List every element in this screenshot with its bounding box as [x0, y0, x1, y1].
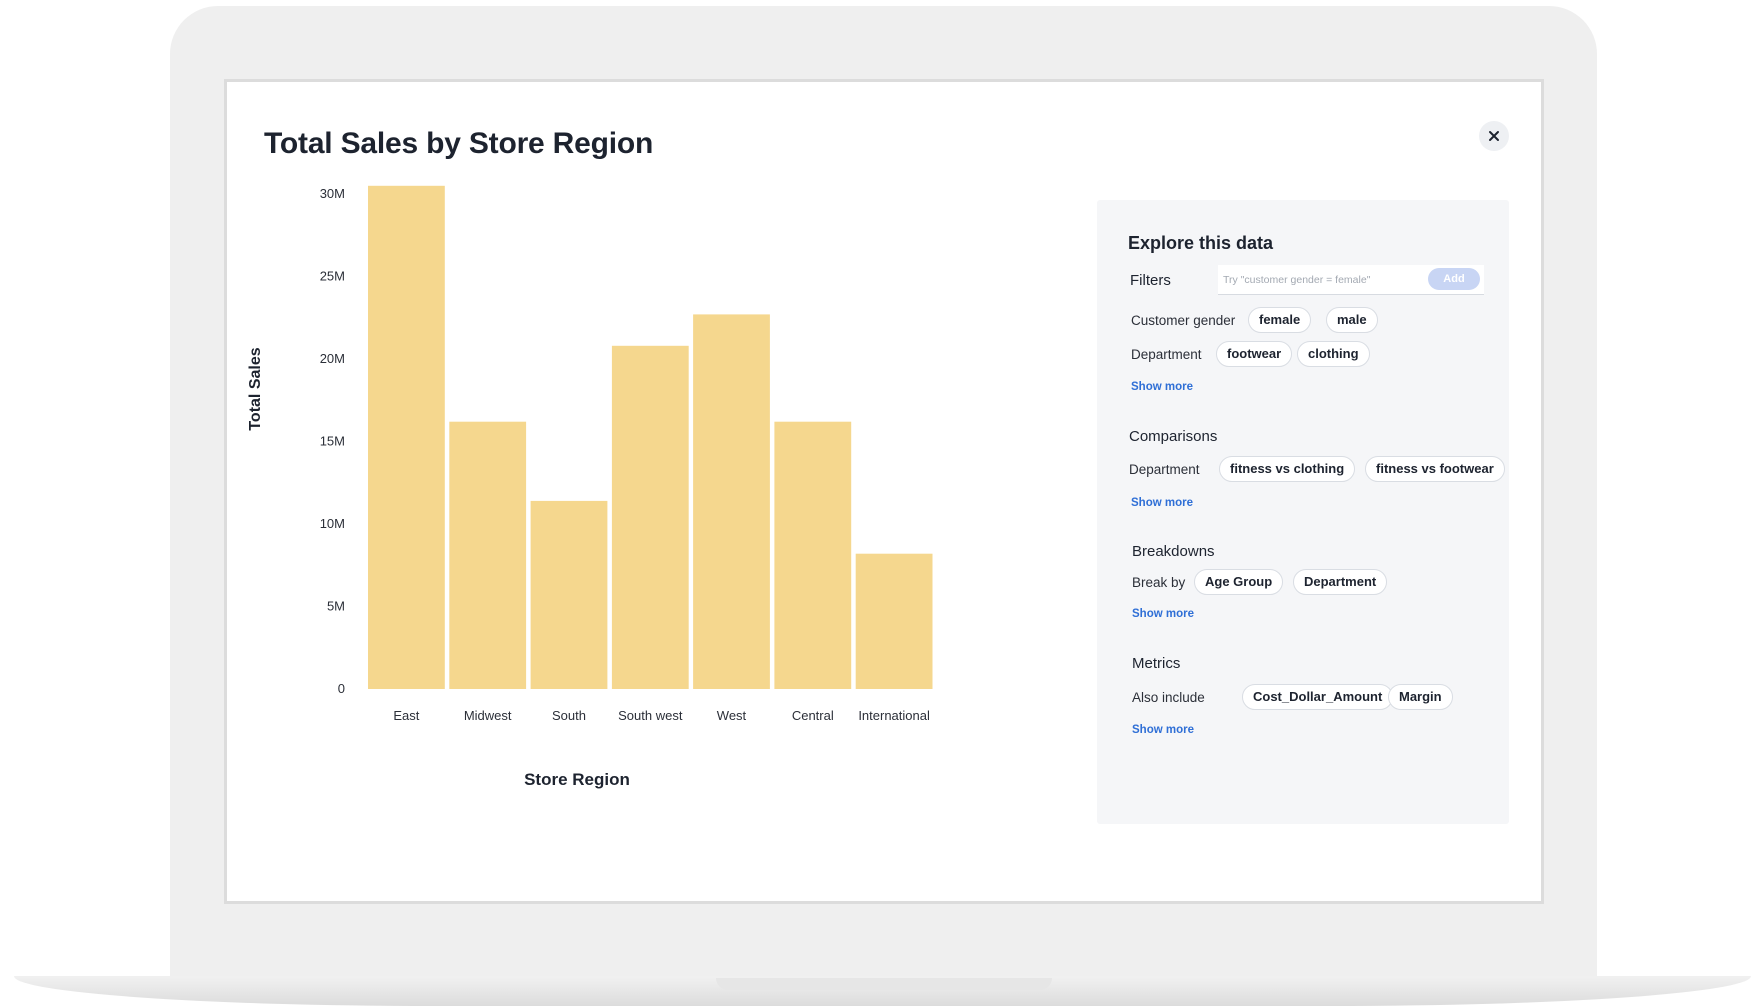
bar-central[interactable]: [774, 421, 852, 689]
chip-clothing[interactable]: clothing: [1297, 341, 1370, 367]
laptop-notch: [716, 978, 1052, 990]
close-icon: [1489, 131, 1499, 141]
add-filter-button[interactable]: Add: [1428, 268, 1480, 290]
x-tick-label: Central: [792, 708, 834, 723]
bar-south[interactable]: [530, 500, 608, 689]
breakdowns-row-label: Break by: [1132, 575, 1186, 590]
y-tick-label: 25M: [320, 269, 345, 284]
x-tick-label: East: [393, 708, 419, 723]
x-tick-label: International: [858, 708, 930, 723]
breakdowns-show-more-link[interactable]: Show more: [1132, 608, 1194, 620]
y-tick-label: 30M: [320, 186, 345, 201]
explore-title: Explore this data: [1128, 233, 1274, 253]
chip-fitness-vs-footwear[interactable]: fitness vs footwear: [1365, 456, 1505, 482]
chip-margin[interactable]: Margin: [1388, 684, 1453, 710]
filter-input[interactable]: [1221, 269, 1415, 291]
bar-midwest[interactable]: [449, 421, 527, 689]
metrics-show-more-link[interactable]: Show more: [1132, 724, 1194, 736]
x-tick-label: West: [717, 708, 747, 723]
chip-department[interactable]: Department: [1293, 569, 1388, 595]
filter-row-label-customer-gender: Customer gender: [1131, 313, 1236, 328]
y-axis-label-anchor: Total Sales: [247, 347, 264, 430]
x-axis-label: Store Region: [524, 770, 630, 789]
filter-row-label-department: Department: [1131, 347, 1202, 362]
x-tick-label: South west: [618, 708, 683, 723]
chip-male[interactable]: male: [1326, 307, 1378, 333]
x-tick-label: South: [552, 708, 586, 723]
breakdowns-label: Breakdowns: [1132, 543, 1215, 560]
filters-label: Filters: [1130, 272, 1171, 289]
explore-panel: Explore this data Filters Add Customer g…: [1097, 200, 1509, 824]
y-tick-label: 10M: [320, 516, 345, 531]
modal-screen: Total Sales by Store Region 0 5M 10M 15M 20M…: [224, 79, 1544, 904]
chip-age-group[interactable]: Age Group: [1194, 569, 1284, 595]
filter-search-box: Add: [1218, 265, 1484, 295]
bar-south-west[interactable]: [611, 345, 689, 689]
y-axis-label: Total Sales: [247, 347, 264, 431]
bar-chart: 0 5M 10M 15M 20M 25M 30M East Midwest South South …: [320, 185, 933, 723]
y-tick-label: 5M: [327, 599, 345, 614]
metrics-label: Metrics: [1132, 655, 1181, 672]
bar-east[interactable]: [368, 185, 445, 690]
chip-fitness-vs-clothing[interactable]: fitness vs clothing: [1219, 456, 1356, 482]
y-tick-label: 15M: [320, 434, 345, 449]
bar-international[interactable]: [855, 553, 933, 689]
y-tick-label: 0: [338, 681, 345, 696]
comparisons-label: Comparisons: [1129, 428, 1218, 445]
y-tick-label: 20M: [320, 351, 345, 366]
comparisons-show-more-link[interactable]: Show more: [1131, 497, 1193, 509]
metrics-row-label: Also include: [1132, 690, 1205, 705]
chip-cost-dollar-amount[interactable]: Cost_Dollar_Amount: [1242, 684, 1394, 710]
filters-show-more-link[interactable]: Show more: [1131, 381, 1193, 393]
x-tick-label: Midwest: [464, 708, 512, 723]
close-button[interactable]: [1479, 121, 1509, 151]
chip-footwear[interactable]: footwear: [1216, 341, 1293, 367]
chip-female[interactable]: female: [1248, 307, 1312, 333]
bar-west[interactable]: [693, 314, 770, 689]
comparisons-row-label: Department: [1129, 462, 1200, 477]
